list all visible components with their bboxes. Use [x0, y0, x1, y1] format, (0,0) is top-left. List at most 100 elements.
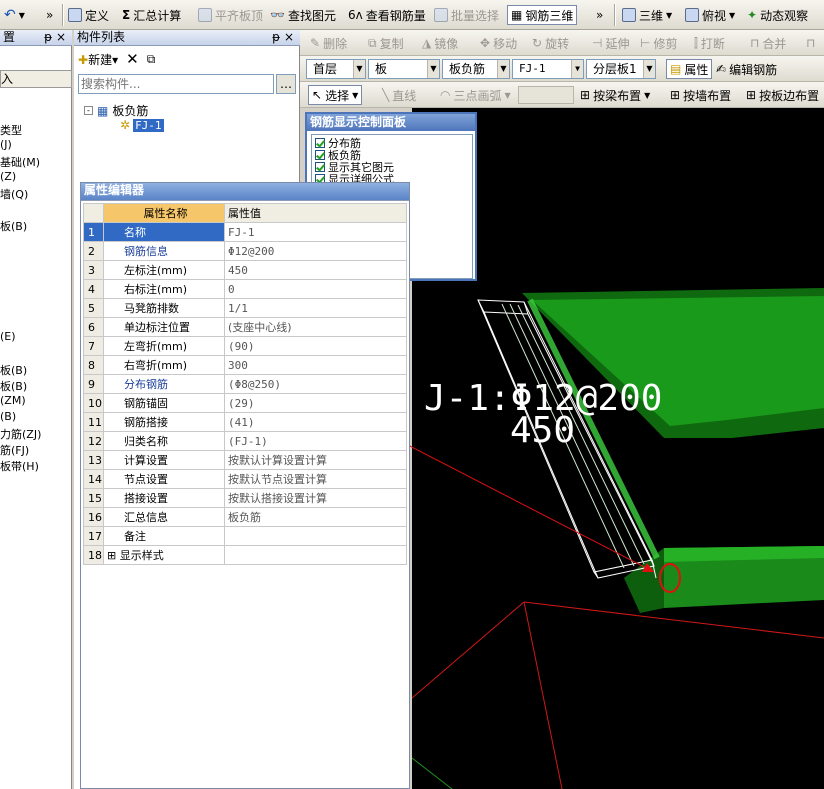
nav-item[interactable]: (ZM) — [0, 394, 26, 407]
property-value[interactable]: (FJ-1) — [224, 431, 407, 451]
property-row[interactable]: 9 分布钢筋 (Φ8@250) — [83, 374, 407, 394]
trim-button[interactable]: ⊢ 修剪 — [640, 33, 677, 53]
property-row[interactable]: 14 节点设置 按默认节点设置计算 — [83, 469, 407, 489]
property-row[interactable]: 5 马凳筋排数 1/1 — [83, 298, 407, 318]
by-beam-button[interactable]: ⊞ 按梁布置 ▼ — [580, 85, 650, 105]
property-value[interactable]: 按默认计算设置计算 — [224, 450, 407, 470]
tree-root[interactable]: - ▦ 板负筋 — [84, 102, 148, 119]
arc-option-select[interactable] — [518, 86, 574, 104]
top-view-button[interactable]: 俯视 ▼ — [685, 5, 735, 25]
property-row[interactable]: 16 汇总信息 板负筋 — [83, 507, 407, 527]
property-row[interactable]: 1 名称 FJ-1 — [83, 222, 407, 242]
nav-item[interactable]: 板带(H) — [0, 458, 39, 474]
pin-icon[interactable]: ᵽ × — [44, 30, 66, 45]
search-input[interactable] — [78, 74, 274, 94]
nav-item-active[interactable]: 筋(FJ) — [0, 442, 29, 458]
batch-select-button[interactable]: 批量选择 — [434, 5, 499, 25]
layer-select[interactable]: 分层板1 ▼ — [586, 59, 656, 79]
collapse-icon[interactable]: - — [84, 106, 93, 115]
property-row[interactable]: 11 钢筋搭接 (41) — [83, 412, 407, 432]
property-value[interactable]: (Φ8@250) — [224, 374, 407, 394]
property-value[interactable]: 1/1 — [224, 298, 407, 318]
property-row[interactable]: 4 右标注(mm) 0 — [83, 279, 407, 299]
arc-button[interactable]: ◠ 三点画弧 ▼ — [440, 85, 511, 105]
break-button[interactable]: ⫿ 打断 — [694, 33, 725, 53]
nav-item[interactable]: (J) — [0, 138, 12, 151]
floor-select[interactable]: 首层 ▼ — [306, 59, 366, 79]
subtype-select[interactable]: 板负筋 ▼ — [442, 59, 510, 79]
more-icon[interactable]: ⊓ — [806, 33, 815, 53]
property-value[interactable]: (90) — [224, 336, 407, 356]
property-row[interactable]: 15 搭接设置 按默认搭接设置计算 — [83, 488, 407, 508]
left-panel-sub[interactable]: 入 — [0, 70, 72, 88]
dynamic-view-button[interactable]: ✦ 动态观察 — [747, 5, 808, 25]
copy-button[interactable]: ⧉ 复制 — [368, 33, 404, 53]
edit-rebar-button[interactable]: ✍ 编辑钢筋 — [716, 59, 777, 79]
property-row[interactable]: 6 单边标注位置 (支座中心线) — [83, 317, 407, 337]
nav-item[interactable]: 板(B) — [0, 378, 27, 394]
rebar3d-button[interactable]: ▦ 钢筋三维 — [507, 5, 578, 25]
properties-button[interactable]: ▤ 属性 — [666, 59, 713, 79]
delete-icon[interactable]: ✕ — [126, 50, 139, 68]
nav-item[interactable]: (B) — [0, 410, 16, 423]
overflow-chevron[interactable]: » — [46, 5, 53, 25]
property-row[interactable]: 2 钢筋信息 Φ12@200 — [83, 241, 407, 261]
find-elem-button[interactable]: 👓 查找图元 — [270, 5, 336, 25]
nav-item[interactable]: (E) — [0, 330, 16, 343]
property-value[interactable]: 按默认搭接设置计算 — [224, 488, 407, 508]
property-value[interactable]: (29) — [224, 393, 407, 413]
by-wall-button[interactable]: ⊞ 按墙布置 — [670, 85, 731, 105]
property-value[interactable] — [224, 526, 407, 546]
merge-button[interactable]: ⊓ 合并 — [750, 33, 786, 53]
property-value[interactable]: 按默认节点设置计算 — [224, 469, 407, 489]
view3d-button[interactable]: 三维 ▼ — [622, 5, 672, 25]
property-row[interactable]: 8 右弯折(mm) 300 — [83, 355, 407, 375]
type-select[interactable]: 板 ▼ — [368, 59, 440, 79]
nav-item[interactable]: 基础(M) — [0, 154, 40, 170]
pin-icon[interactable]: ᵽ × — [272, 30, 294, 45]
property-value[interactable]: (41) — [224, 412, 407, 432]
chevron-down-icon: ▼ — [497, 60, 509, 78]
property-value[interactable]: Φ12@200 — [224, 241, 407, 261]
property-row[interactable]: 13 计算设置 按默认计算设置计算 — [83, 450, 407, 470]
nav-item[interactable]: (Z) — [0, 170, 16, 183]
extend-button[interactable]: ⊣ 延伸 — [592, 33, 629, 53]
nav-item[interactable]: 板(B) — [0, 218, 27, 234]
property-row[interactable]: 17 备注 — [83, 526, 407, 546]
mirror-button[interactable]: ◮ 镜像 — [422, 33, 458, 53]
overflow-chevron-2[interactable]: » — [596, 5, 603, 25]
define-button[interactable]: 定义 — [68, 5, 109, 25]
property-row[interactable]: 10 钢筋锚固 (29) — [83, 393, 407, 413]
property-value[interactable] — [224, 545, 407, 565]
delete-button[interactable]: ✎ 删除 — [310, 33, 347, 53]
move-button[interactable]: ✥ 移动 — [480, 33, 517, 53]
by-edge-button[interactable]: ⊞ 按板边布置 — [746, 85, 819, 105]
name-select[interactable]: FJ-1 ▼ — [512, 59, 584, 79]
property-value[interactable]: 450 — [224, 260, 407, 280]
property-row[interactable]: 3 左标注(mm) 450 — [83, 260, 407, 280]
property-value[interactable]: 板负筋 — [224, 507, 407, 527]
property-value[interactable]: (支座中心线) — [224, 317, 407, 337]
sum-button[interactable]: Σ 汇总计算 — [122, 5, 181, 25]
rotate-button[interactable]: ↻ 旋转 — [532, 33, 569, 53]
property-value[interactable]: 300 — [224, 355, 407, 375]
nav-item[interactable]: 类型 — [0, 122, 22, 138]
tree-child[interactable]: ✲ FJ-1 — [120, 118, 164, 132]
property-row[interactable]: 7 左弯折(mm) (90) — [83, 336, 407, 356]
property-value[interactable]: FJ-1 — [224, 222, 407, 242]
nav-item[interactable]: 墙(Q) — [0, 186, 28, 202]
expand-icon[interactable]: ⊞ — [107, 549, 120, 562]
property-value[interactable]: 0 — [224, 279, 407, 299]
search-button[interactable]: … — [276, 74, 296, 94]
property-row[interactable]: 18 ⊞ 显示样式 — [83, 545, 407, 565]
nav-item[interactable]: 力筋(ZJ) — [0, 426, 41, 442]
copy-icon[interactable]: ⧉ — [147, 52, 156, 67]
flat-top-button[interactable]: 平齐板顶 — [198, 5, 263, 25]
view-rebar-button[interactable]: 6ʌ 查看钢筋量 — [348, 5, 426, 25]
select-button[interactable]: ↖ 选择 ▼ — [308, 85, 363, 105]
line-button[interactable]: ╲ 直线 — [382, 85, 416, 105]
property-row[interactable]: 12 归类名称 (FJ-1) — [83, 431, 407, 451]
undo-button[interactable]: ↶ ▼ — [4, 5, 25, 25]
nav-item[interactable]: 板(B) — [0, 362, 27, 378]
new-button[interactable]: ✚新建▾ — [78, 51, 118, 68]
